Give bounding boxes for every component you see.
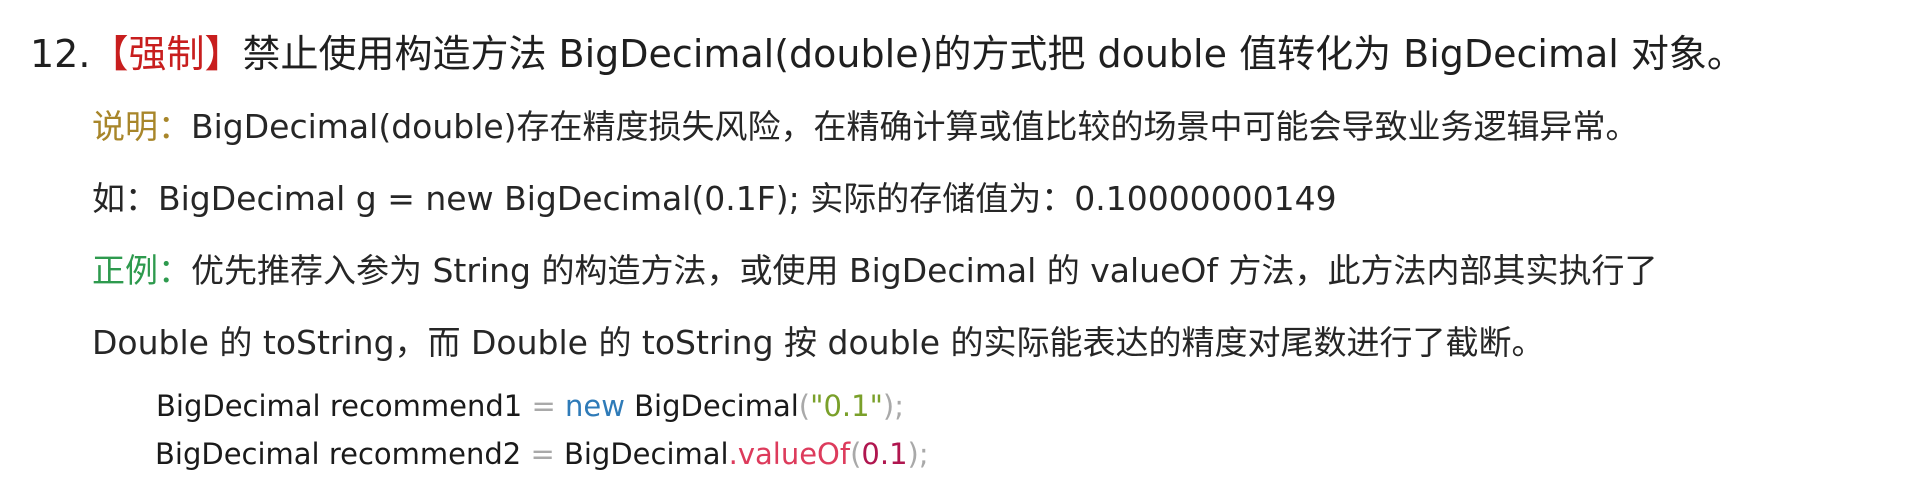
code-declaration: BigDecimal recommend1 bbox=[156, 389, 523, 423]
rule-heading: 12.【强制】禁止使用构造方法 BigDecimal(double)的方式把 d… bbox=[30, 28, 1745, 80]
code-open-paren: ( bbox=[850, 437, 862, 471]
code-keyword-new: new bbox=[564, 389, 625, 423]
good-example-label: 正例： bbox=[92, 251, 191, 290]
code-operator: = bbox=[521, 437, 564, 471]
code-open-paren: ( bbox=[798, 389, 811, 423]
rule-number: 12. bbox=[30, 32, 91, 76]
good-example-text-line2: Double 的 toString，而 Double 的 toString 按 … bbox=[92, 323, 1545, 362]
code-declaration: BigDecimal recommend2 bbox=[155, 437, 522, 471]
good-example-paragraph: 正例：优先推荐入参为 String 的构造方法，或使用 BigDecimal 的… bbox=[92, 248, 1657, 294]
code-method-valueof: valueOf bbox=[737, 437, 851, 471]
rule-text: 禁止使用构造方法 BigDecimal(double)的方式把 double 值… bbox=[242, 32, 1745, 76]
code-close: ); bbox=[907, 437, 929, 471]
good-example-text-line1: 优先推荐入参为 String 的构造方法，或使用 BigDecimal 的 va… bbox=[191, 251, 1658, 290]
note-label: 说明： bbox=[92, 107, 191, 146]
good-example-continuation: Double 的 toString，而 Double 的 toString 按 … bbox=[92, 320, 1544, 366]
code-operator: = bbox=[522, 389, 565, 423]
code-dot: . bbox=[728, 437, 738, 471]
note-paragraph: 说明：BigDecimal(double)存在精度损失风险，在精确计算或值比较的… bbox=[92, 104, 1639, 150]
example-text: 如：BigDecimal g = new BigDecimal(0.1F); 实… bbox=[92, 179, 1337, 218]
rule-tag-mandatory: 【强制】 bbox=[90, 32, 243, 76]
example-paragraph: 如：BigDecimal g = new BigDecimal(0.1F); 实… bbox=[92, 176, 1337, 222]
code-type: BigDecimal bbox=[563, 437, 729, 471]
code-type: BigDecimal bbox=[624, 389, 799, 423]
code-line-2: BigDecimal recommend2 = BigDecimal.value… bbox=[155, 434, 929, 474]
code-number-literal: 0.1 bbox=[861, 437, 908, 471]
note-text: BigDecimal(double)存在精度损失风险，在精确计算或值比较的场景中… bbox=[191, 107, 1639, 146]
code-close: ); bbox=[882, 389, 905, 423]
document-page: 12.【强制】禁止使用构造方法 BigDecimal(double)的方式把 d… bbox=[0, 0, 1928, 502]
code-string-literal: "0.1" bbox=[810, 389, 883, 423]
code-line-1: BigDecimal recommend1 = new BigDecimal("… bbox=[156, 386, 904, 426]
